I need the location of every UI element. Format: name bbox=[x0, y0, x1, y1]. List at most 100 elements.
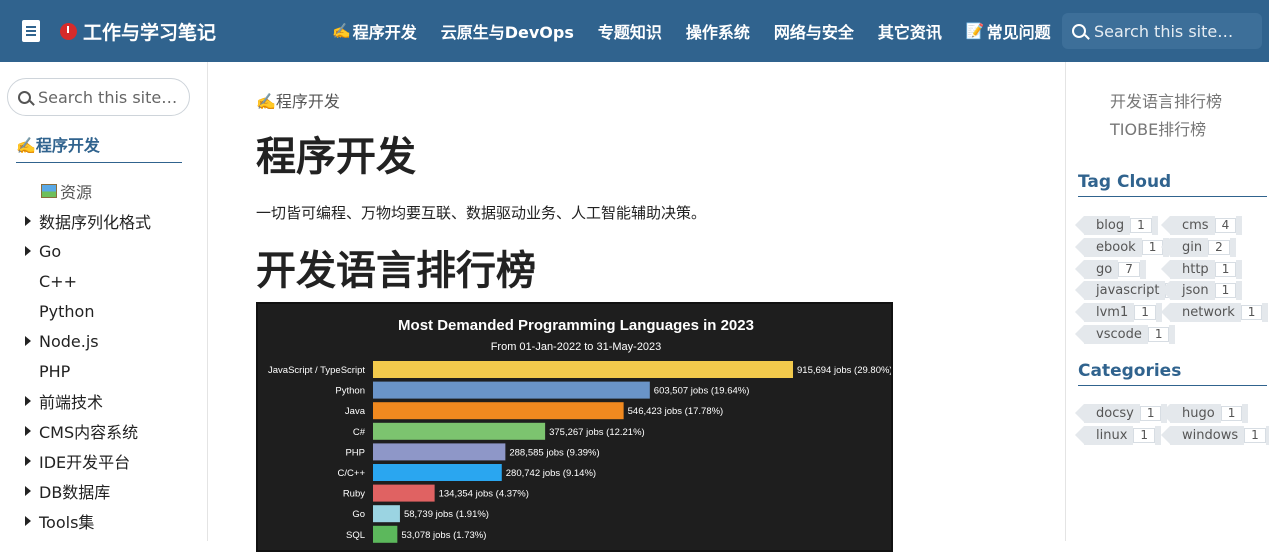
tag-pill[interactable]: vscode 1 bbox=[1075, 325, 1176, 344]
tag-count: 1 bbox=[1214, 283, 1237, 299]
tag-name: javascript bbox=[1074, 281, 1166, 301]
chart-bar bbox=[373, 443, 506, 461]
toc-link[interactable]: 开发语言排行榜 bbox=[1110, 88, 1222, 112]
brand-title[interactable]: 工作与学习笔记 bbox=[83, 18, 216, 45]
nav-item[interactable]: 网络与安全 bbox=[774, 19, 854, 43]
tag-pill[interactable]: gin 2 bbox=[1160, 237, 1236, 257]
tag-name: cms bbox=[1161, 216, 1215, 235]
sidebar-item[interactable]: 前端技术 bbox=[0, 386, 208, 416]
caret-right-icon[interactable] bbox=[25, 246, 31, 256]
chart-data-label: 58,739 jobs (1.91%) bbox=[404, 509, 489, 520]
chart-title: Most Demanded Programming Languages in 2… bbox=[398, 317, 754, 334]
caret-right-icon[interactable] bbox=[25, 216, 31, 226]
nav-item[interactable]: 专题知识 bbox=[598, 19, 662, 43]
tag-name: docsy bbox=[1075, 404, 1140, 423]
sidebar-item-label: DB数据库 bbox=[39, 483, 111, 502]
tag-tail bbox=[1139, 259, 1146, 279]
caret-right-icon[interactable] bbox=[25, 486, 31, 496]
sidebar-item[interactable]: Tools集 bbox=[0, 506, 208, 536]
sidebar-item[interactable]: Node.js bbox=[0, 326, 208, 356]
sidebar-item[interactable]: CMS内容系统 bbox=[0, 416, 208, 446]
nav-item-label: 操作系统 bbox=[685, 23, 750, 42]
nav-item[interactable]: 📝 常见问题 bbox=[966, 19, 1051, 43]
section-heading: 开发语言排行榜 bbox=[256, 248, 536, 294]
tag-count: 1 bbox=[1214, 261, 1237, 277]
nav-item[interactable]: 云原生与DevOps bbox=[441, 19, 574, 43]
top-navbar: 工作与学习笔记 ✍️ 程序开发 云原生与DevOps 专题知识 操作系统 网络与安全 其它资… bbox=[0, 0, 1269, 62]
nav-item[interactable]: ✍️ 程序开发 bbox=[332, 19, 417, 43]
chart-category-label: C# bbox=[353, 427, 366, 438]
tag-pill[interactable]: go 7 bbox=[1074, 259, 1146, 279]
nav-item[interactable]: 其它资讯 bbox=[878, 19, 942, 43]
chart-bar bbox=[373, 484, 435, 502]
sidebar-item[interactable]: DB数据库 bbox=[0, 476, 208, 506]
chart-category-label: Ruby bbox=[343, 489, 365, 500]
left-sidebar: Search this site… ✍️程序开发 资源 数据序列化格式 Go C++ P… bbox=[0, 62, 208, 541]
caret-right-icon[interactable] bbox=[25, 396, 31, 406]
sidebar-nav-list: 资源 数据序列化格式 Go C++ Python Node.js PHP 前端技术 CMS内容系… bbox=[0, 176, 208, 536]
page-lead: 一切皆可编程、万物均要互联、数据驱动业务、人工智能辅助决策。 bbox=[256, 204, 707, 222]
sidebar-item-label: C++ bbox=[39, 271, 77, 291]
search-icon bbox=[18, 90, 31, 104]
chart-bar bbox=[373, 402, 624, 420]
tag-tail bbox=[1242, 404, 1249, 423]
sidebar-item-label: Node.js bbox=[39, 331, 99, 351]
caret-right-icon[interactable] bbox=[25, 456, 31, 466]
tag-pill[interactable]: windows 1 bbox=[1160, 426, 1269, 445]
sidebar-item-label: IDE开发平台 bbox=[39, 453, 131, 472]
sidebar-item-label: 前端技术 bbox=[39, 393, 104, 412]
nav-item[interactable]: 操作系统 bbox=[686, 19, 750, 43]
tag-pill[interactable]: ebook 1 bbox=[1075, 237, 1170, 257]
image-icon bbox=[41, 184, 57, 198]
sidebar-item-label: CMS内容系统 bbox=[39, 423, 139, 442]
sidebar-search-input[interactable]: Search this site… bbox=[7, 78, 190, 116]
toc-link[interactable]: TIOBE排行榜 bbox=[1110, 116, 1206, 140]
breadcrumb[interactable]: ✍️程序开发 bbox=[256, 88, 340, 112]
sidebar-item[interactable]: 资源 bbox=[0, 176, 208, 206]
writing-hand-icon: ✍️ bbox=[256, 92, 276, 111]
tag-tail bbox=[1262, 303, 1269, 323]
chart-category-label: Java bbox=[345, 406, 366, 417]
chart-data-label: 280,742 jobs (9.14%) bbox=[506, 468, 596, 479]
chart-bar bbox=[373, 361, 793, 378]
tag-pill[interactable]: json 1 bbox=[1161, 281, 1243, 301]
tag-pill[interactable]: docsy 1 bbox=[1075, 404, 1168, 423]
tag-name: vscode bbox=[1075, 325, 1148, 344]
right-sidebar: 开发语言排行榜 TIOBE排行榜 Tag Cloud blog 1 cms 4 eboo… bbox=[1065, 62, 1269, 541]
sidebar-item[interactable]: 数据序列化格式 bbox=[0, 206, 208, 236]
sidebar-item[interactable]: Go bbox=[0, 236, 208, 266]
tag-pill[interactable]: linux 1 bbox=[1074, 426, 1162, 445]
tag-name: gin bbox=[1160, 237, 1209, 257]
tag-name: go bbox=[1074, 259, 1119, 279]
caret-right-icon[interactable] bbox=[25, 516, 31, 526]
caret-right-icon[interactable] bbox=[25, 426, 31, 436]
tag-pill[interactable]: network 1 bbox=[1161, 303, 1269, 323]
tag-pill[interactable]: lvm1 1 bbox=[1074, 303, 1162, 323]
sidebar-item[interactable]: IDE开发平台 bbox=[0, 446, 208, 476]
navbar-search-placeholder: Search this site… bbox=[1094, 21, 1234, 41]
tag-count: 4 bbox=[1214, 218, 1237, 233]
navbar-search-input[interactable]: Search this site… bbox=[1062, 13, 1262, 49]
sidebar-section-title[interactable]: ✍️程序开发 bbox=[16, 132, 182, 163]
tag-pill[interactable]: blog 1 bbox=[1074, 216, 1158, 235]
chart-bar bbox=[373, 381, 650, 399]
tag-count: 1 bbox=[1130, 218, 1152, 233]
tag-count: 1 bbox=[1244, 428, 1266, 443]
tag-pill[interactable]: hugo 1 bbox=[1161, 404, 1249, 423]
tag-name: blog bbox=[1074, 216, 1131, 235]
nav-item-label: 云原生与DevOps bbox=[440, 23, 574, 42]
tag-name: json bbox=[1161, 281, 1215, 301]
chart-data-label: 288,585 jobs (9.39%) bbox=[509, 447, 599, 458]
sidebar-item[interactable]: PHP bbox=[0, 356, 208, 386]
tag-name: hugo bbox=[1161, 404, 1221, 423]
sidebar-item[interactable]: C++ bbox=[0, 266, 208, 296]
categories-cloud: docsy 1 hugo 1 linux 1 windows 1 bbox=[1074, 404, 1269, 454]
tag-pill[interactable]: cms 4 bbox=[1161, 216, 1243, 235]
chart-category-label: Go bbox=[352, 509, 365, 520]
caret-right-icon[interactable] bbox=[25, 336, 31, 346]
sidebar-item[interactable]: Python bbox=[0, 296, 208, 326]
brand-link[interactable]: 工作与学习笔记 bbox=[22, 0, 216, 62]
tag-pill[interactable]: http 1 bbox=[1161, 259, 1243, 279]
document-icon bbox=[22, 20, 40, 42]
tag-tail bbox=[1236, 259, 1243, 279]
